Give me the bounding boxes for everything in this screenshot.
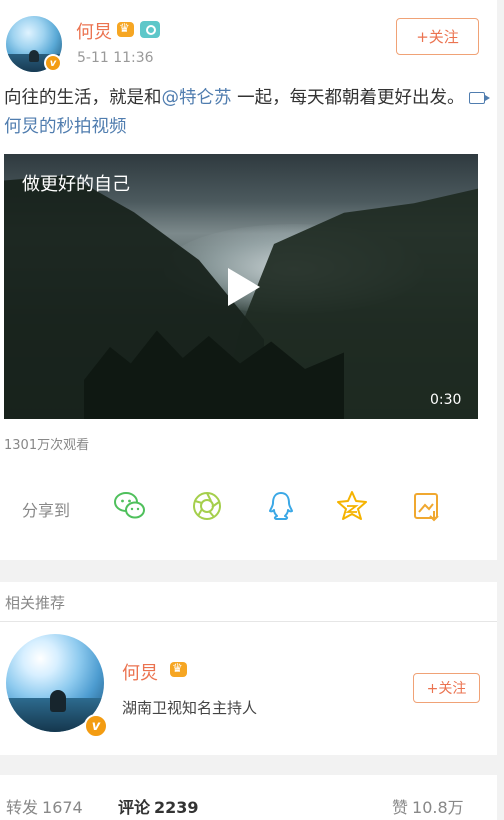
- vip-crown-icon: [117, 21, 134, 37]
- like-count: 10.8万: [412, 798, 464, 817]
- like-label: 赞: [392, 798, 409, 817]
- section-divider: [0, 755, 504, 775]
- share-label: 分享到: [22, 501, 71, 520]
- qq-icon[interactable]: [264, 489, 298, 523]
- video-duration: 0:30: [430, 392, 462, 408]
- follow-button[interactable]: +关注: [396, 18, 479, 55]
- mention-link[interactable]: @特仑苏: [162, 88, 232, 108]
- verified-badge-icon: v: [44, 54, 62, 72]
- play-icon[interactable]: [228, 268, 260, 306]
- repost-count: 1674: [42, 798, 83, 817]
- video-caption: 做更好的自己: [22, 174, 130, 195]
- recommend-follow-button[interactable]: +关注: [413, 673, 480, 703]
- like-tab[interactable]: 赞 10.8万: [392, 794, 464, 818]
- comment-count: 2239: [154, 798, 199, 817]
- post-text-part: 一起，每天都朝着更好出发。: [231, 88, 465, 108]
- recommend-section-label: 相关推荐: [5, 594, 66, 612]
- recommend-description: 湖南卫视知名主持人: [122, 699, 258, 717]
- wechat-icon[interactable]: [113, 489, 147, 523]
- repost-tab[interactable]: 转发 1674: [6, 794, 83, 818]
- post-text-part: 向往的生活，就是和: [4, 88, 162, 108]
- divider: [0, 621, 497, 622]
- page-edge: [497, 0, 504, 820]
- save-image-icon[interactable]: [410, 489, 444, 523]
- verified-badge-icon: v: [84, 714, 108, 738]
- section-divider: [0, 560, 504, 582]
- post-text: 向往的生活，就是和@特仑苏 一起，每天都朝着更好出发。何炅的秒拍视频: [4, 84, 494, 142]
- repost-label: 转发: [6, 798, 39, 817]
- qzone-icon[interactable]: [335, 489, 369, 523]
- camera-badge-icon: [140, 21, 160, 38]
- author-name[interactable]: 何炅: [76, 18, 112, 44]
- vip-crown-icon: [170, 661, 187, 677]
- moments-icon[interactable]: [190, 489, 224, 523]
- video-link-icon: [468, 92, 490, 104]
- comment-label: 评论: [118, 798, 151, 817]
- view-count: 1301万次观看: [4, 438, 90, 453]
- comment-tab[interactable]: 评论 2239: [118, 794, 199, 818]
- recommend-name[interactable]: 何炅: [122, 659, 158, 685]
- post-timestamp: 5-11 11:36: [77, 50, 154, 66]
- video-link-label: 何炅的秒拍视频: [4, 117, 127, 137]
